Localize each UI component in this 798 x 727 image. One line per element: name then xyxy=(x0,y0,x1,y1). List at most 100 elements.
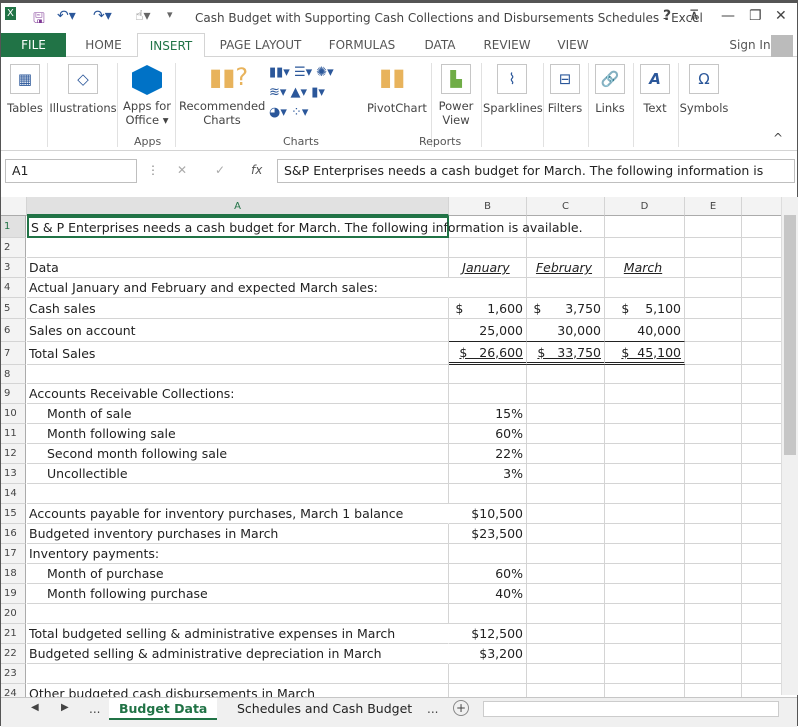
formula-input[interactable]: S&P Enterprises needs a cash budget for … xyxy=(277,159,795,183)
cell-f3[interactable] xyxy=(742,258,781,278)
cell-d1[interactable] xyxy=(605,216,685,238)
apps-for-office-button[interactable]: Apps for Office ▾ xyxy=(119,99,175,127)
help-button[interactable]: ? xyxy=(663,8,671,24)
row-header[interactable]: 14 xyxy=(1,484,26,504)
tab-file[interactable]: FILE xyxy=(1,33,66,57)
cell-d17[interactable] xyxy=(605,544,685,564)
cell-b17[interactable] xyxy=(449,544,527,564)
row-header[interactable]: 12 xyxy=(1,444,26,464)
cell-e2[interactable] xyxy=(685,238,742,258)
cell-c5[interactable]: $ 3,750 xyxy=(527,298,605,319)
scroll-thumb[interactable] xyxy=(784,215,796,455)
cell-c4[interactable] xyxy=(527,278,605,298)
column-header[interactable] xyxy=(742,197,781,216)
cell-b4[interactable] xyxy=(449,278,527,298)
cell-c22[interactable] xyxy=(527,644,605,664)
cell-d21[interactable] xyxy=(605,624,685,644)
new-sheet-button[interactable]: + xyxy=(453,700,469,716)
row-header[interactable]: 10 xyxy=(1,404,26,424)
cell-a7[interactable]: Total Sales xyxy=(27,342,449,365)
touch-mode-icon[interactable]: ☝▾ xyxy=(135,8,151,24)
cell-b13[interactable]: 3% xyxy=(449,464,527,484)
cell-f1[interactable] xyxy=(742,216,781,238)
cell-f17[interactable] xyxy=(742,544,781,564)
recommended-charts-button[interactable]: Recommended Charts xyxy=(179,99,265,127)
cell-c15[interactable] xyxy=(527,504,605,524)
cell-e10[interactable] xyxy=(685,404,742,424)
cell-a16[interactable]: Budgeted inventory purchases in March xyxy=(27,524,449,544)
cell-e8[interactable] xyxy=(685,365,742,384)
cell-f16[interactable] xyxy=(742,524,781,544)
cell-a3[interactable]: Data xyxy=(27,258,449,278)
tab-page-layout[interactable]: PAGE LAYOUT xyxy=(213,33,308,57)
cell-e6[interactable] xyxy=(685,319,742,342)
row-header[interactable]: 5 xyxy=(1,298,26,319)
cell-b10[interactable]: 15% xyxy=(449,404,527,424)
cell-d22[interactable] xyxy=(605,644,685,664)
close-button[interactable]: ✕ xyxy=(775,8,787,24)
row-header[interactable]: 13 xyxy=(1,464,26,484)
cell-b6[interactable]: 25,000 xyxy=(449,319,527,342)
row-header[interactable]: 11 xyxy=(1,424,26,444)
cell-e20[interactable] xyxy=(685,604,742,624)
column-header[interactable]: C xyxy=(527,197,605,216)
cell-a17[interactable]: Inventory payments: xyxy=(27,544,449,564)
cell-f12[interactable] xyxy=(742,444,781,464)
cell-a10[interactable]: Month of sale xyxy=(27,404,449,424)
cell-c13[interactable] xyxy=(527,464,605,484)
next-sheet-icon[interactable]: ▶ xyxy=(61,702,69,713)
row-header[interactable]: 6 xyxy=(1,319,26,342)
row-header[interactable]: 21 xyxy=(1,624,26,644)
cell-c8[interactable] xyxy=(527,365,605,384)
cell-f4[interactable] xyxy=(742,278,781,298)
row-header[interactable]: 23 xyxy=(1,664,26,684)
cell-e13[interactable] xyxy=(685,464,742,484)
cell-b12[interactable]: 22% xyxy=(449,444,527,464)
cell-f15[interactable] xyxy=(742,504,781,524)
cell-e19[interactable] xyxy=(685,584,742,604)
cell-f20[interactable] xyxy=(742,604,781,624)
cell-c14[interactable] xyxy=(527,484,605,504)
restore-button[interactable]: ❐ xyxy=(749,8,762,24)
tables-button[interactable]: Tables xyxy=(5,101,45,115)
column-header[interactable]: A xyxy=(27,197,449,216)
links-button[interactable]: Links xyxy=(591,101,629,115)
cell-b7[interactable]: $ 26,600 xyxy=(449,342,527,365)
cell-a8[interactable] xyxy=(27,365,449,384)
cell-d3[interactable]: March xyxy=(605,258,685,278)
cell-e24[interactable] xyxy=(685,684,742,697)
row-header[interactable]: 7 xyxy=(1,342,26,365)
tab-insert[interactable]: INSERT xyxy=(137,33,205,58)
cell-c9[interactable] xyxy=(527,384,605,404)
row-header[interactable]: 15 xyxy=(1,504,26,524)
tab-view[interactable]: VIEW xyxy=(553,33,593,57)
cell-e17[interactable] xyxy=(685,544,742,564)
cell-d7[interactable]: $ 45,100 xyxy=(605,342,685,365)
cell-e12[interactable] xyxy=(685,444,742,464)
more-sheets-right[interactable]: ... xyxy=(427,702,438,716)
row-header[interactable]: 8 xyxy=(1,365,26,384)
row-header[interactable]: 17 xyxy=(1,544,26,564)
row-header[interactable]: 9 xyxy=(1,384,26,404)
redo-icon[interactable]: ↷▾ xyxy=(93,8,112,24)
row-header[interactable]: 16 xyxy=(1,524,26,544)
cell-d2[interactable] xyxy=(605,238,685,258)
row-header[interactable]: 3 xyxy=(1,258,26,278)
cell-c18[interactable] xyxy=(527,564,605,584)
collapse-ribbon-icon[interactable]: ^ xyxy=(773,131,783,145)
cell-b16[interactable]: $23,500 xyxy=(449,524,527,544)
column-header[interactable]: E xyxy=(685,197,742,216)
cell-b19[interactable]: 40% xyxy=(449,584,527,604)
column-header[interactable]: B xyxy=(449,197,527,216)
cell-e9[interactable] xyxy=(685,384,742,404)
row-header[interactable]: 1 xyxy=(1,216,26,238)
cell-a5[interactable]: Cash sales xyxy=(27,298,449,319)
cell-c16[interactable] xyxy=(527,524,605,544)
more-sheets-left[interactable]: ... xyxy=(89,702,100,716)
row-header[interactable]: 24 xyxy=(1,684,26,697)
cell-f24[interactable] xyxy=(742,684,781,697)
cell-c11[interactable] xyxy=(527,424,605,444)
cell-f2[interactable] xyxy=(742,238,781,258)
tab-home[interactable]: HOME xyxy=(76,33,131,57)
cell-c10[interactable] xyxy=(527,404,605,424)
